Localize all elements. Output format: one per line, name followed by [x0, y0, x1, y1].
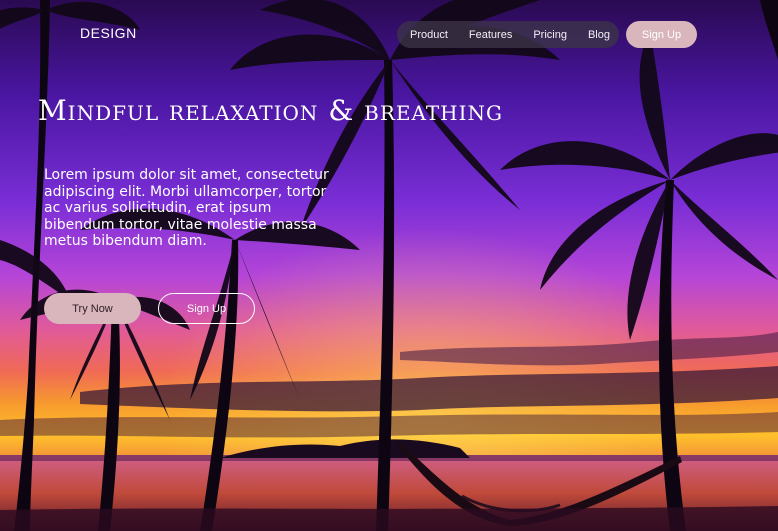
- brand-logo[interactable]: DESIGN: [80, 25, 137, 41]
- nav-item-features[interactable]: Features: [469, 29, 512, 41]
- nav-item-product[interactable]: Product: [410, 29, 448, 41]
- header-sign-up-button[interactable]: Sign Up: [626, 21, 697, 48]
- main-nav: Product Features Pricing Blog: [397, 21, 619, 48]
- hero-title: Mindful relaxation & breathing: [38, 94, 504, 127]
- nav-item-blog[interactable]: Blog: [588, 29, 610, 41]
- nav-item-pricing[interactable]: Pricing: [533, 29, 567, 41]
- hero-description: Lorem ipsum dolor sit amet, consectetur …: [44, 167, 329, 249]
- try-now-button[interactable]: Try Now: [44, 293, 141, 324]
- hero-sign-up-button[interactable]: Sign Up: [158, 293, 255, 324]
- background-sunset-image: [0, 0, 778, 531]
